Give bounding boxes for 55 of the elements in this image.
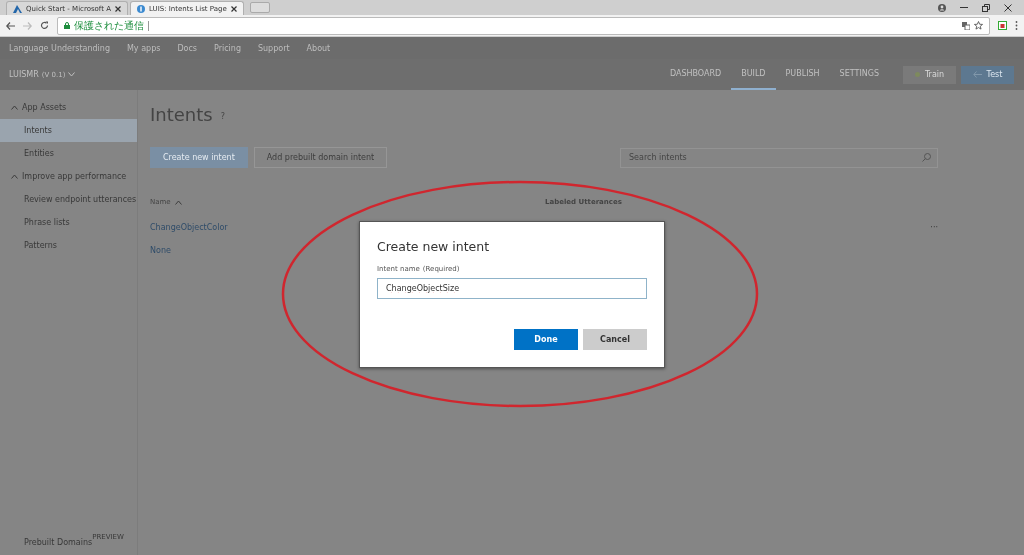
chevron-up-icon[interactable] [174,199,182,205]
sidebar-item[interactable]: Phrase lists [0,211,137,234]
close-icon[interactable] [230,5,237,12]
section-tab[interactable]: PUBLISH [775,59,830,90]
profile-icon[interactable] [938,3,946,12]
more-menu[interactable]: ··· [930,223,938,232]
nav-link[interactable]: About [306,43,331,53]
arrow-left-icon [972,71,982,78]
section-tab[interactable]: SETTINGS [829,59,889,90]
done-button[interactable]: Done [514,329,578,350]
intent-link[interactable]: None [150,246,171,255]
sidebar-item[interactable]: Prebuilt Domains [24,538,93,547]
extension-icon[interactable] [998,21,1007,30]
globe-icon [136,4,145,13]
sidebar-group[interactable]: App Assets [0,96,137,119]
chevron-up-icon[interactable] [11,105,18,110]
test-button[interactable]: Test [961,65,1014,84]
sidebar-item[interactable]: Review endpoint utterances [0,188,137,211]
intent-name-field[interactable]: ChangeObjectSize [377,278,647,299]
menu-icon[interactable] [1015,21,1018,30]
minimize-icon[interactable] [960,6,968,9]
status-dot-icon [914,72,920,77]
section-tab[interactable]: BUILD [731,59,776,90]
back-icon[interactable] [6,21,15,30]
nav-link[interactable]: My apps [126,43,161,53]
nav-link[interactable]: Language Understanding [9,43,110,53]
dialog-title: Create new intent [377,239,491,254]
page-title: Intents [150,104,213,125]
train-button[interactable]: Train [903,65,956,84]
help-link[interactable]: ? [220,112,225,121]
nav-link[interactable]: Support [257,43,290,53]
app-name[interactable]: LUISMR [9,70,39,79]
create-button[interactable]: Create new intent [150,147,248,168]
add-button[interactable]: Add prebuilt domain intent [253,147,388,168]
security-label: 保護された通信 [74,18,144,33]
address-field[interactable]: 保護された通信 [57,16,990,35]
close-icon[interactable] [1004,3,1012,12]
nav-link[interactable]: Pricing [214,43,241,53]
sidebar-item[interactable]: Intents [0,119,137,142]
sidebar-item[interactable]: Entities [0,142,137,165]
intent-link[interactable]: ChangeObjectColor [150,223,228,232]
chevron-up-icon[interactable] [11,174,18,179]
close-icon[interactable] [114,5,121,12]
star-icon[interactable] [974,21,983,30]
section-tab[interactable]: DASHBOARD [659,59,732,90]
sidebar-group[interactable]: Improve app performance [0,165,137,188]
lock-icon [64,22,70,29]
sidebar-item[interactable]: Patterns [0,234,137,257]
restore-icon[interactable] [982,3,990,12]
cancel-button[interactable]: Cancel [583,329,647,350]
nav-link[interactable]: Docs [177,43,197,53]
reload-icon[interactable] [40,21,49,30]
translate-icon[interactable] [962,21,970,30]
triangle-logo-icon [13,4,22,13]
search-field[interactable]: Search intents [620,147,938,168]
